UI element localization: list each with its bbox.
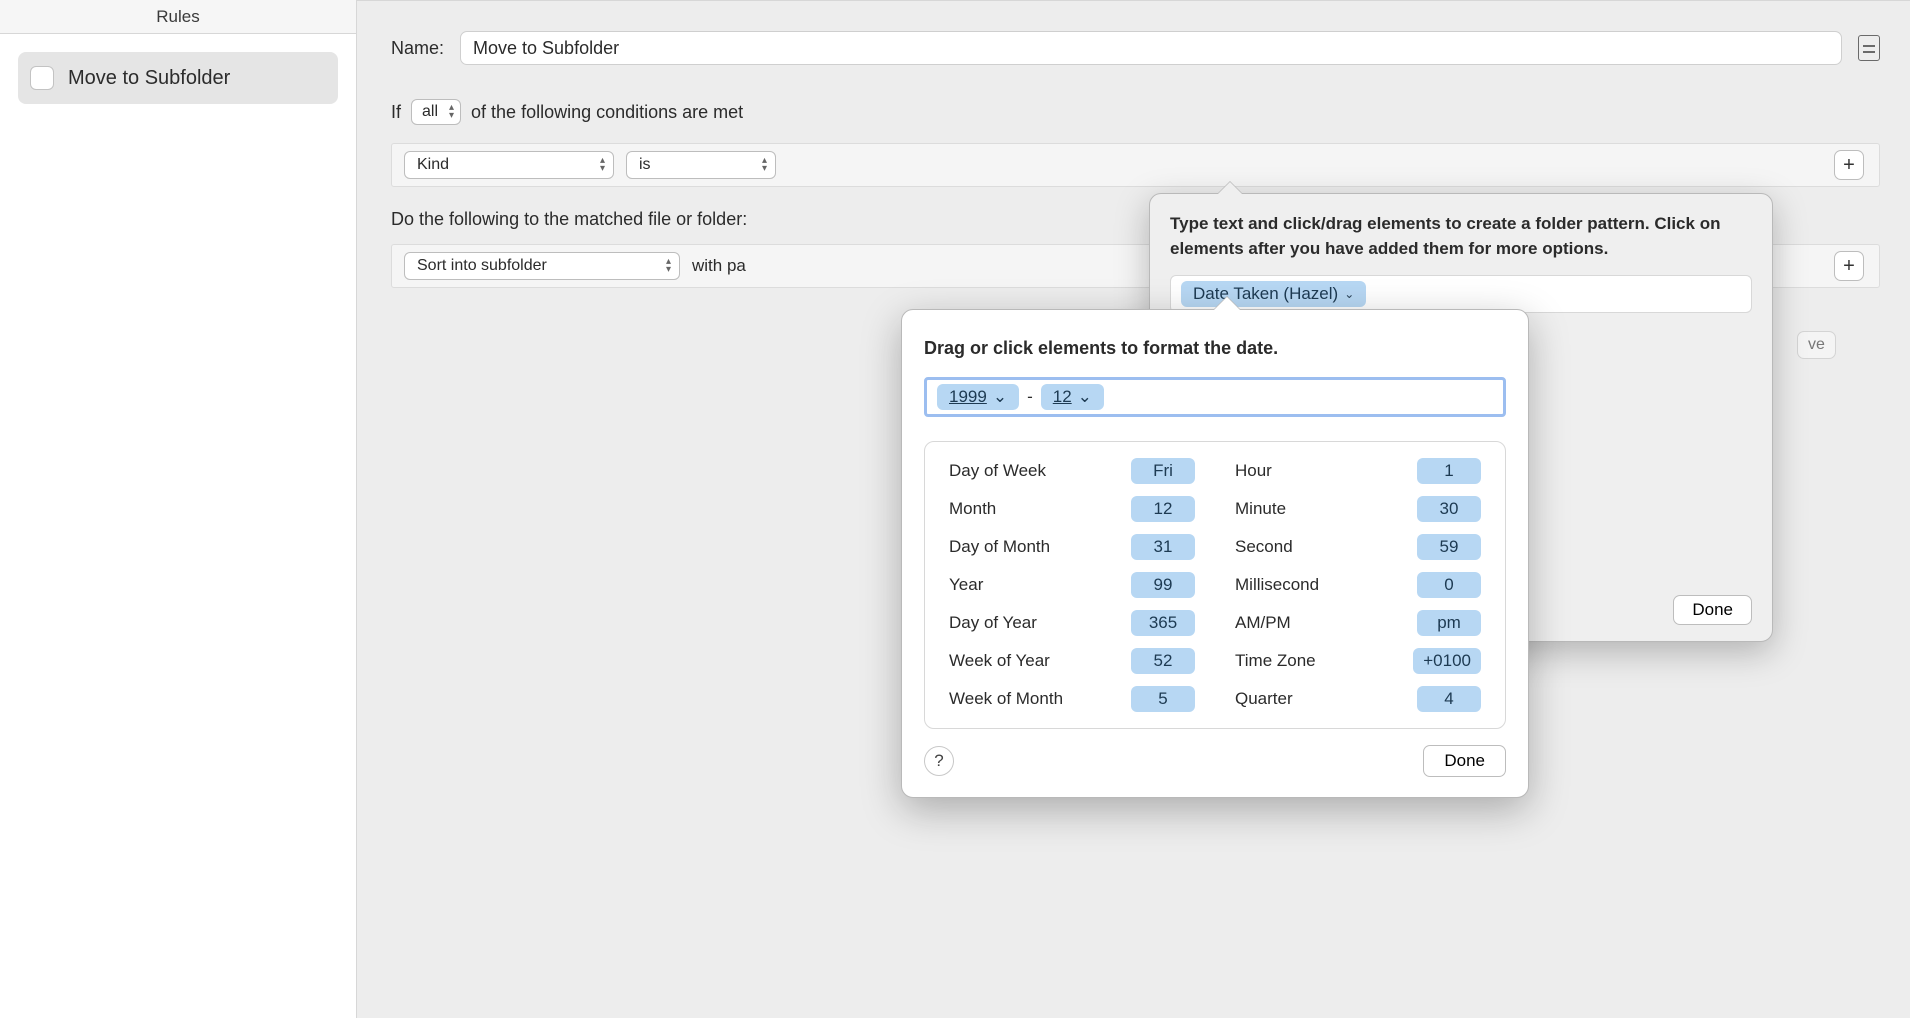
dg-label: Time Zone [1235,651,1316,671]
updown-icon: ▴▾ [762,157,767,173]
dg-chip-week-of-year[interactable]: 52 [1131,648,1195,674]
date-popover-desc: Drag or click elements to format the dat… [924,336,1506,361]
dg-chip-month[interactable]: 12 [1131,496,1195,522]
dg-chip-timezone[interactable]: +0100 [1413,648,1481,674]
date-format-input[interactable]: 1999 ⌄ - 12 ⌄ [924,377,1506,417]
updown-icon: ▴▾ [449,104,454,120]
condition-operator-select[interactable]: is ▴▾ [626,151,776,179]
date-token-year[interactable]: 1999 ⌄ [937,384,1019,410]
chevron-down-icon: ⌄ [1078,387,1092,407]
dg-chip-day-of-month[interactable]: 31 [1131,534,1195,560]
updown-icon: ▴▾ [600,157,605,173]
dg-chip-millisecond[interactable]: 0 [1417,572,1481,598]
updown-icon: ▴▾ [666,258,671,274]
date-separator: - [1027,387,1033,407]
dg-label: Millisecond [1235,575,1319,595]
dg-label: AM/PM [1235,613,1291,633]
dg-label: Week of Year [949,651,1050,671]
chevron-down-icon: ⌄ [993,387,1007,407]
help-button[interactable]: ? [924,746,954,776]
conditions-suffix: of the following conditions are met [471,102,743,123]
action-type-select[interactable]: Sort into subfolder ▴▾ [404,252,680,280]
dg-chip-ampm[interactable]: pm [1417,610,1481,636]
dg-label: Day of Month [949,537,1050,557]
dg-chip-quarter[interactable]: 4 [1417,686,1481,712]
pattern-popover-desc: Type text and click/drag elements to cre… [1170,212,1752,261]
dg-label: Day of Year [949,613,1037,633]
if-label: If [391,102,401,123]
dg-chip-second[interactable]: 59 [1417,534,1481,560]
dg-label: Hour [1235,461,1272,481]
date-elements-grid: Day of Week Fri Hour 1 Month 12 Minute 30 Da… [924,441,1506,729]
rule-list-item[interactable]: Move to Subfolder [18,52,338,104]
date-done-button[interactable]: Done [1423,745,1506,777]
condition-attribute-select[interactable]: Kind ▴▾ [404,151,614,179]
action-with-label: with pa [692,256,746,276]
dg-chip-day-of-week[interactable]: Fri [1131,458,1195,484]
dg-label: Quarter [1235,689,1293,709]
dg-label: Minute [1235,499,1286,519]
sidebar-header: Rules [0,0,356,34]
dg-label: Week of Month [949,689,1063,709]
dg-chip-hour[interactable]: 1 [1417,458,1481,484]
name-label: Name: [391,38,444,59]
date-token-month[interactable]: 12 ⌄ [1041,384,1104,410]
dg-label: Second [1235,537,1293,557]
rule-enabled-checkbox[interactable] [30,66,54,90]
dg-chip-minute[interactable]: 30 [1417,496,1481,522]
rule-name-input[interactable] [460,31,1842,65]
condition-row: Kind ▴▾ is ▴▾ [391,143,1880,187]
rule-label: Move to Subfolder [68,67,230,90]
chevron-down-icon: ⌄ [1344,287,1354,301]
main-panel: Name: If all ▴▾ of the following conditi… [357,0,1910,1018]
dg-label: Year [949,575,983,595]
add-action-button[interactable]: + [1834,251,1864,281]
save-button-clipped[interactable]: ve [1797,331,1836,359]
notes-icon[interactable] [1858,35,1880,61]
pattern-input[interactable]: Date Taken (Hazel) ⌄ [1170,275,1752,313]
sidebar: Rules Move to Subfolder [0,0,357,1018]
dg-chip-year[interactable]: 99 [1131,572,1195,598]
dg-chip-day-of-year[interactable]: 365 [1131,610,1195,636]
dg-label: Day of Week [949,461,1046,481]
dg-chip-week-of-month[interactable]: 5 [1131,686,1195,712]
dg-label: Month [949,499,996,519]
add-condition-button[interactable]: + [1834,150,1864,180]
pattern-token-date-taken[interactable]: Date Taken (Hazel) ⌄ [1181,281,1366,307]
date-format-popover: Drag or click elements to format the dat… [901,309,1529,798]
pattern-done-button[interactable]: Done [1673,595,1752,625]
conditions-mode-select[interactable]: all ▴▾ [411,99,461,125]
